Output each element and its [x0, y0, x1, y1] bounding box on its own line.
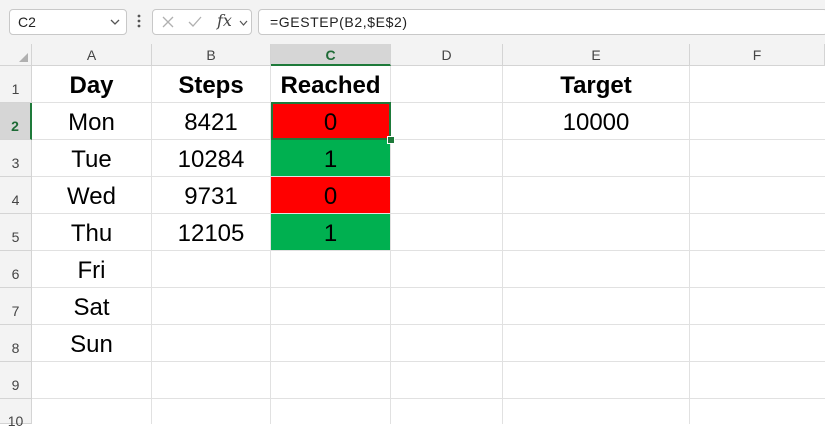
formula-controls: fx — [152, 9, 252, 35]
select-all-button[interactable] — [0, 44, 32, 66]
close-icon[interactable] — [161, 15, 175, 29]
cell-a8[interactable]: Sun — [32, 326, 151, 362]
row-header-6[interactable]: 6 — [0, 251, 32, 288]
cell-a6[interactable]: Fri — [32, 252, 151, 288]
row-header-8[interactable]: 8 — [0, 325, 32, 362]
cell-a3[interactable]: Tue — [32, 141, 151, 177]
row-header-5[interactable]: 5 — [0, 214, 32, 251]
cell-c1[interactable]: Reached — [271, 67, 390, 103]
checkmark-icon[interactable] — [188, 15, 202, 29]
column-header-b[interactable]: B — [152, 44, 271, 66]
cell-a2[interactable]: Mon — [32, 104, 151, 140]
row-header-1[interactable]: 1 — [0, 66, 32, 103]
cell-b4[interactable]: 9731 — [152, 178, 270, 214]
chevron-down-icon[interactable] — [110, 19, 120, 25]
cell-b2[interactable]: 8421 — [152, 104, 270, 140]
row-header-2[interactable]: 2 — [0, 103, 32, 140]
cell-c3[interactable]: 1 — [271, 141, 390, 177]
formula-bar-area: C2 fx =GESTEP(B2,$E$2) — [0, 0, 825, 44]
row-header-9[interactable]: 9 — [0, 362, 32, 399]
fill-handle[interactable] — [387, 136, 395, 144]
cell-a7[interactable]: Sat — [32, 289, 151, 325]
cell-b3[interactable]: 10284 — [152, 141, 270, 177]
row-header-3[interactable]: 3 — [0, 140, 32, 177]
column-header-a[interactable]: A — [32, 44, 152, 66]
column-header-c[interactable]: C — [271, 44, 391, 66]
cell-c4[interactable]: 0 — [271, 178, 390, 214]
chevron-down-icon[interactable] — [239, 20, 248, 26]
row-header-4[interactable]: 4 — [0, 177, 32, 214]
cell-a5[interactable]: Thu — [32, 215, 151, 251]
cell-e1[interactable]: Target — [503, 67, 689, 103]
cell-b1[interactable]: Steps — [152, 67, 270, 103]
active-cell-border — [271, 102, 391, 140]
cell-c5[interactable]: 1 — [271, 215, 390, 251]
formula-text: =GESTEP(B2,$E$2) — [270, 14, 408, 30]
row-header-10[interactable]: 10 — [0, 399, 32, 429]
name-box-value: C2 — [18, 14, 36, 30]
formula-input[interactable]: =GESTEP(B2,$E$2) — [258, 9, 825, 35]
cell-e2[interactable]: 10000 — [503, 104, 689, 140]
cell-b5[interactable]: 12105 — [152, 215, 270, 251]
column-header-d[interactable]: D — [391, 44, 503, 66]
more-options-icon[interactable] — [137, 13, 141, 29]
column-header-f[interactable]: F — [690, 44, 825, 66]
insert-function-button[interactable]: fx — [217, 11, 232, 30]
column-header-e[interactable]: E — [503, 44, 690, 66]
name-box[interactable]: C2 — [9, 9, 127, 35]
cell-a4[interactable]: Wed — [32, 178, 151, 214]
row-header-7[interactable]: 7 — [0, 288, 32, 325]
cell-a1[interactable]: Day — [32, 67, 151, 103]
